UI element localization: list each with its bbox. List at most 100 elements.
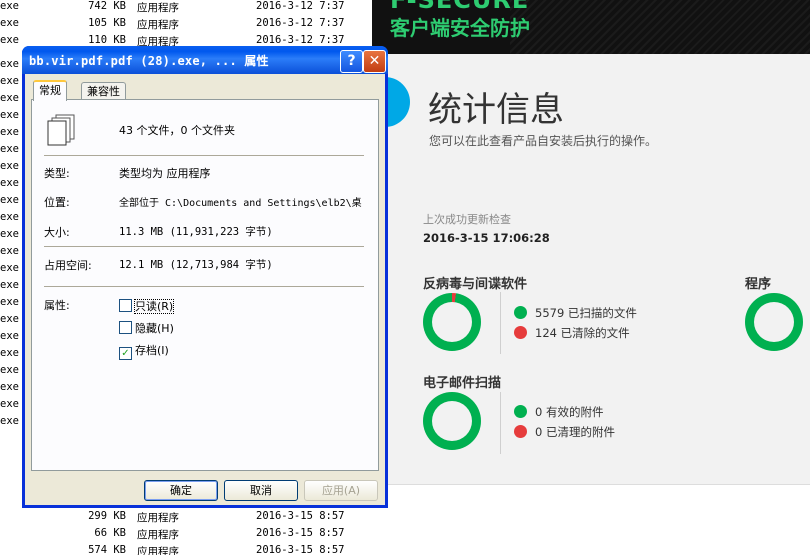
type-value: 类型均为 应用程序 — [119, 167, 211, 180]
programs-heading: 程序 — [745, 277, 772, 292]
file-row[interactable]: 299 KB 应用程序 2016-3-15 8:57 — [0, 510, 372, 527]
apply-button[interactable]: 应用(A) — [304, 480, 378, 501]
attributes-label: 属性: — [44, 299, 70, 312]
file-ext: exe — [0, 381, 19, 393]
file-date: 2016-3-15 8:57 — [256, 510, 345, 522]
file-ext: exe — [0, 194, 19, 206]
fsecure-footer — [372, 484, 810, 555]
file-size: 110 KB — [88, 34, 126, 46]
checkbox-label: 隐藏(H) — [135, 322, 174, 335]
file-type: 应用程序 — [137, 2, 179, 14]
file-type: 应用程序 — [137, 529, 179, 541]
file-ext: exe — [0, 330, 19, 342]
file-size: 66 KB — [94, 527, 126, 539]
size-label: 大小: — [44, 226, 70, 239]
checkbox-box[interactable]: ✓ — [119, 347, 132, 360]
file-row[interactable]: 66 KB 应用程序 2016-3-15 8:57 — [0, 527, 372, 544]
cancel-button[interactable]: 取消 — [224, 480, 298, 501]
file-ext: exe — [0, 177, 19, 189]
file-date: 2016-3-12 7:37 — [256, 0, 345, 12]
file-ext: exe — [0, 347, 19, 359]
product-subtitle: 客户端安全防护 — [390, 16, 530, 40]
file-ext: exe — [0, 17, 19, 29]
size-value: 11.3 MB (11,931,223 字节) — [119, 226, 273, 238]
disk-size-label: 占用空间: — [44, 259, 92, 272]
red-dot-icon — [514, 326, 527, 339]
file-type: 应用程序 — [137, 512, 179, 524]
ok-button[interactable]: 确定 — [144, 480, 218, 501]
page-title: 统计信息 — [428, 90, 564, 130]
file-ext: exe — [0, 245, 19, 257]
programs-donut — [745, 293, 803, 351]
legend-scanned: 5579 已扫描的文件 — [514, 305, 637, 321]
file-row[interactable]: 574 KB 应用程序 2016-3-15 8:57 — [0, 544, 372, 555]
file-date: 2016-3-12 7:37 — [256, 17, 345, 29]
help-button[interactable]: ? — [340, 50, 363, 73]
file-ext: exe — [0, 211, 19, 223]
file-ext: exe — [0, 109, 19, 121]
file-ext: exe — [0, 160, 19, 172]
green-dot-icon — [514, 306, 527, 319]
general-tab-panel: 43 个文件，0 个文件夹 类型: 类型均为 应用程序 位置: 全部位于 C:\… — [31, 99, 379, 471]
file-ext: exe — [0, 126, 19, 138]
close-button[interactable]: ✕ — [363, 50, 386, 73]
multiple-files-icon — [47, 114, 75, 146]
legend-text: 0 有效的附件 — [535, 405, 604, 419]
green-dot-icon — [514, 405, 527, 418]
disk-size-value: 12.1 MB (12,713,984 字节) — [119, 259, 273, 271]
file-ext: exe — [0, 92, 19, 104]
page-description: 您可以在此查看产品自安装后执行的操作。 — [429, 134, 658, 148]
file-ext: exe — [0, 415, 19, 427]
location-label: 位置: — [44, 196, 70, 209]
checkbox-label: 存档(I) — [135, 344, 169, 357]
file-size: 574 KB — [88, 544, 126, 555]
file-type: 应用程序 — [137, 19, 179, 31]
dialog-client: 常规 兼容性 43 个文件，0 个文件夹 类型: 类型均为 应用程序 位置: 全… — [25, 74, 385, 505]
selection-summary: 43 个文件，0 个文件夹 — [119, 124, 235, 137]
location-value: 全部位于 C:\Documents and Settings\elb2\桌 — [119, 198, 362, 209]
checkbox-box[interactable] — [119, 299, 132, 312]
header-pattern — [510, 0, 810, 54]
file-ext: exe — [0, 75, 19, 87]
file-ext: exe — [0, 398, 19, 410]
file-ext: exe — [0, 58, 19, 70]
file-row[interactable]: exe 742 KB 应用程序 2016-3-12 7:37 — [0, 0, 372, 17]
readonly-checkbox[interactable]: 只读(R) — [119, 299, 175, 314]
fsecure-header: F-SECURE 客户端安全防护 — [372, 0, 810, 54]
file-size: 742 KB — [88, 0, 126, 12]
file-ext: exe — [0, 296, 19, 308]
checkbox-box[interactable] — [119, 321, 132, 334]
divider — [500, 392, 501, 454]
email-donut — [423, 392, 481, 450]
legend-text: 5579 已扫描的文件 — [535, 306, 637, 320]
file-ext: exe — [0, 0, 19, 12]
hidden-checkbox[interactable]: 隐藏(H) — [119, 321, 174, 335]
tab-general[interactable]: 常规 — [33, 80, 67, 101]
divider — [44, 246, 364, 247]
file-size: 299 KB — [88, 510, 126, 522]
dialog-titlebar[interactable]: bb.vir.pdf.pdf (28).exe, ... 属性 ? ✕ — [22, 46, 388, 74]
file-size: 105 KB — [88, 17, 126, 29]
file-ext: exe — [0, 143, 19, 155]
red-dot-icon — [514, 425, 527, 438]
file-date: 2016-3-15 8:57 — [256, 527, 345, 539]
divider — [44, 286, 364, 287]
type-label: 类型: — [44, 167, 70, 180]
file-ext: exe — [0, 228, 19, 240]
file-row[interactable]: exe 105 KB 应用程序 2016-3-12 7:37 — [0, 17, 372, 34]
properties-dialog: bb.vir.pdf.pdf (28).exe, ... 属性 ? ✕ 常规 兼… — [22, 46, 388, 508]
last-update-label: 上次成功更新检查 — [423, 213, 511, 226]
legend-text: 124 已清除的文件 — [535, 326, 630, 340]
divider — [500, 292, 501, 354]
file-ext: exe — [0, 279, 19, 291]
file-date: 2016-3-12 7:37 — [256, 34, 345, 46]
dialog-title: bb.vir.pdf.pdf (28).exe, ... 属性 — [29, 54, 269, 68]
archive-checkbox[interactable]: ✓ 存档(I) — [119, 344, 169, 360]
fsecure-window: F-SECURE 客户端安全防护 ‹ 统计信息 您可以在此查看产品自安装后执行的… — [372, 0, 810, 555]
legend-cleaned: 124 已清除的文件 — [514, 325, 630, 341]
legend-email-cleaned: 0 已清理的附件 — [514, 424, 615, 440]
antivirus-heading: 反病毒与间谍软件 — [423, 277, 528, 292]
file-ext: exe — [0, 364, 19, 376]
file-ext: exe — [0, 262, 19, 274]
antivirus-donut — [423, 293, 481, 351]
